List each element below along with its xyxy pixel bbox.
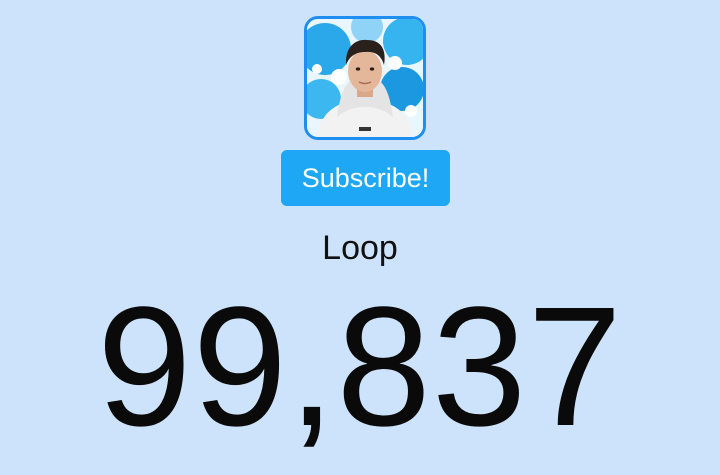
avatar-image [307, 19, 423, 137]
channel-name: Loop [322, 229, 398, 267]
subscriber-count: 99,837 [97, 272, 623, 462]
channel-avatar [304, 16, 426, 140]
subscribe-button[interactable]: Subscribe! [281, 150, 450, 206]
